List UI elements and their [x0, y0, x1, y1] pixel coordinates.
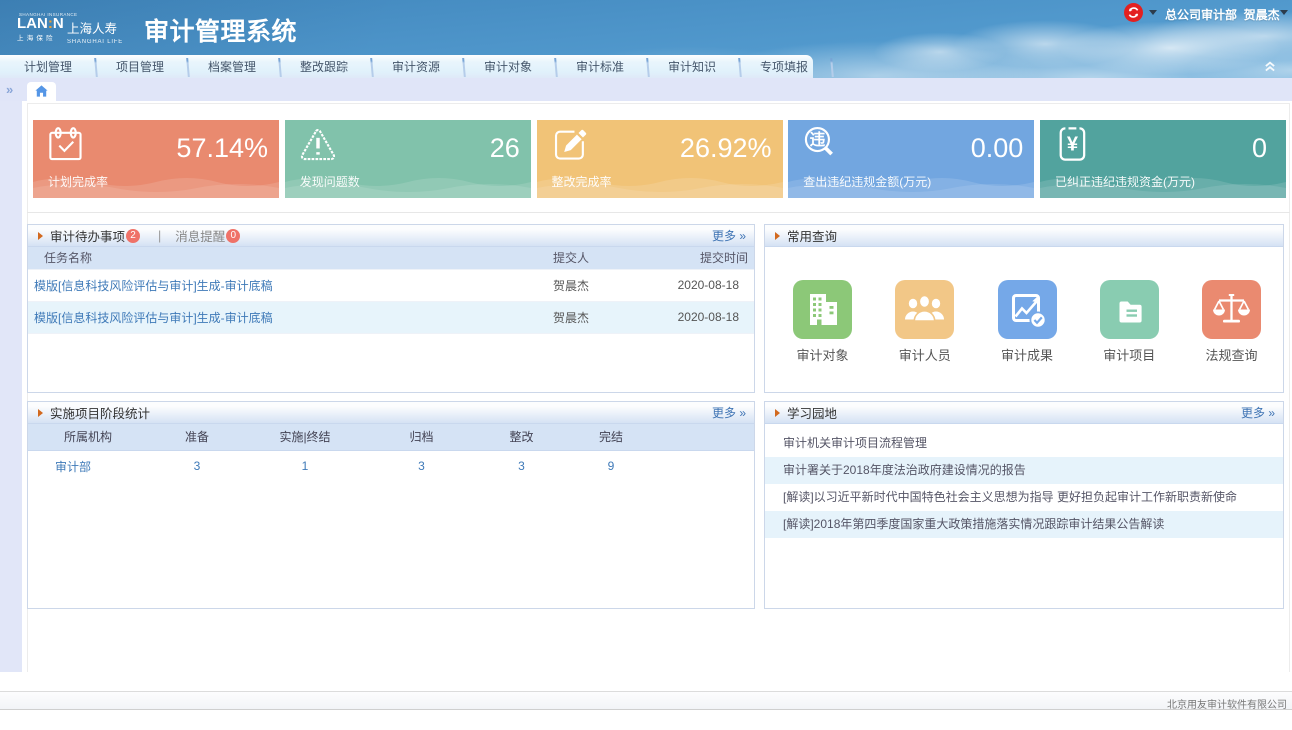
svg-text:¥: ¥ — [1067, 133, 1079, 155]
svg-text:违: 违 — [810, 130, 826, 148]
